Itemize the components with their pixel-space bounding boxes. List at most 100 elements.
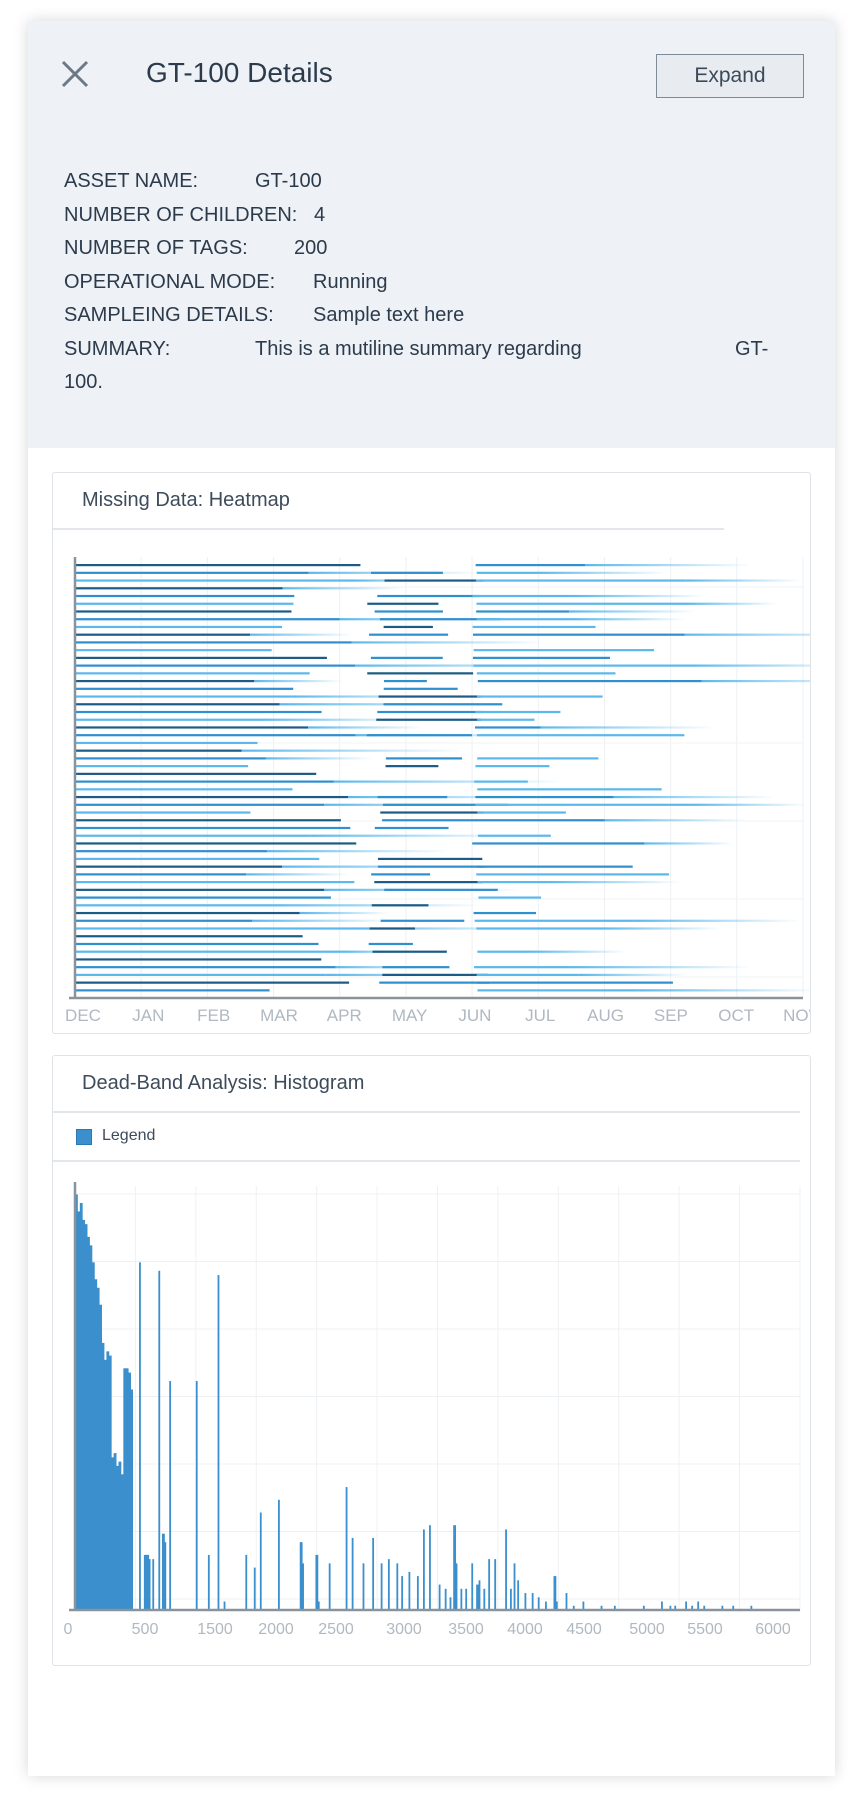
heatmap-bar (476, 602, 689, 605)
heatmap-bar (477, 718, 535, 721)
detail-value: GT-100 (255, 170, 322, 192)
heatmap-bar (267, 850, 450, 853)
heatmap-bar (75, 842, 357, 845)
histogram-bar (494, 1559, 497, 1610)
heatmap-bar (473, 664, 693, 667)
detail-value: This is a mutiline summary regarding (255, 337, 582, 360)
histogram-bar (380, 1563, 383, 1610)
detail-label: SUMMARY: (64, 337, 171, 360)
histogram-bar (449, 1597, 452, 1610)
heatmap-bar (75, 656, 327, 659)
heatmap-bar (474, 966, 571, 969)
heatmap-bar (477, 989, 639, 992)
heatmap-bar (75, 695, 292, 698)
histogram-bar (387, 1559, 390, 1610)
heatmap-bar (572, 618, 686, 621)
histogram-bar (444, 1588, 447, 1610)
heatmap-bar (308, 726, 423, 729)
heatmap-x-tick-label: JUL (525, 1006, 555, 1025)
heatmap-bar (476, 927, 604, 930)
heatmap-bar (476, 973, 579, 977)
histogram-bar (146, 1554, 150, 1610)
histogram-bar (408, 1571, 411, 1610)
heatmap-x-tick-label: JUN (458, 1006, 491, 1025)
histogram-bar (372, 1537, 375, 1610)
histogram-bar (164, 1542, 167, 1610)
histogram-bar (465, 1588, 468, 1610)
heatmap-bar (75, 819, 341, 822)
histogram-bar (685, 1601, 688, 1610)
detail-row-summary: SUMMARY: This is a mutiline summary rega… (64, 333, 804, 367)
heatmap-bar (75, 803, 325, 806)
heatmap-x-tick-label: MAY (392, 1006, 428, 1025)
expand-button[interactable]: Expand (656, 54, 804, 98)
histogram-bar (82, 1219, 86, 1610)
heatmap-bar (75, 594, 295, 598)
summary-continuation: 100. (64, 371, 103, 393)
heatmap-bar (378, 695, 482, 698)
heatmap-x-tick-label: JAN (132, 1006, 164, 1025)
histogram-bar (555, 1601, 558, 1610)
histogram-bar (317, 1601, 320, 1610)
heatmap-bar (75, 641, 352, 644)
histogram-bar (158, 1270, 161, 1610)
histogram-bar (661, 1601, 663, 1610)
heatmap-bar (371, 904, 429, 907)
heatmap-bar (369, 927, 415, 930)
histogram-bar (104, 1359, 107, 1610)
heatmap-bar (570, 966, 752, 969)
detail-row-asset-name: ASSET NAME: GT-100 (64, 165, 804, 199)
histogram-bar (169, 1381, 172, 1610)
heatmap-x-tick-label: SEP (654, 1006, 688, 1025)
histogram-bar (148, 1559, 151, 1610)
heatmap-bar (644, 842, 734, 845)
heatmap-bar (75, 935, 303, 938)
detail-row-sampling: SAMPLEING DETAILS: Sample text here (64, 299, 804, 333)
heatmap-bar (75, 703, 280, 706)
heatmap-bar (75, 896, 331, 899)
heatmap-bar (476, 873, 670, 876)
histogram-bar (123, 1368, 127, 1610)
heatmap-bar (265, 757, 373, 760)
heatmap-bar (474, 780, 528, 783)
heatmap-bar (246, 873, 350, 876)
heatmap-bar (478, 896, 542, 899)
heatmap-bar (380, 919, 465, 922)
heatmap-x-tick-label: DEC (65, 1006, 101, 1025)
heatmap-bar (692, 664, 810, 667)
histogram-bar (396, 1563, 399, 1610)
heatmap-bar (75, 749, 242, 752)
heatmap-bar (75, 633, 251, 636)
histogram-x-tick-label: 4500 (566, 1621, 602, 1638)
heatmap-bar (701, 679, 810, 683)
heatmap-bar (75, 741, 258, 745)
histogram-bar (553, 1576, 557, 1610)
heatmap-bar (476, 672, 616, 675)
histogram-bar (217, 1275, 220, 1610)
histogram-x-tick-label: 2000 (258, 1621, 294, 1638)
histogram-bar (513, 1563, 516, 1610)
histogram-bar (139, 1262, 141, 1610)
detail-value: Running (313, 270, 388, 293)
heatmap-bar (475, 564, 586, 567)
heatmap-bar (475, 819, 605, 822)
heatmap-bar (333, 780, 565, 783)
close-icon[interactable] (60, 59, 90, 89)
detail-label: ASSET NAME: (64, 170, 199, 192)
histogram-bar (545, 1601, 547, 1610)
histogram-bar (471, 1563, 474, 1610)
heatmap-card: Missing Data: Heatmap DEC JAN FEB MAR APR MAY… (52, 472, 811, 1034)
heatmap-bar (374, 881, 483, 884)
histogram-bar (96, 1287, 100, 1610)
heatmap-bar (75, 734, 356, 737)
heatmap-bar (477, 950, 533, 953)
heatmap-bar (75, 564, 361, 567)
heatmap-bar (372, 950, 447, 953)
heatmap-bar (477, 757, 599, 760)
detail-label: NUMBER OF TAGS: (64, 237, 248, 259)
histogram-card: Dead-Band Analysis: Histogram Legend 0 50… (52, 1055, 811, 1666)
heatmap-bar (383, 687, 458, 690)
heatmap-bar (477, 981, 673, 984)
heatmap-bar (569, 610, 697, 613)
detail-value: 200 (294, 237, 328, 259)
